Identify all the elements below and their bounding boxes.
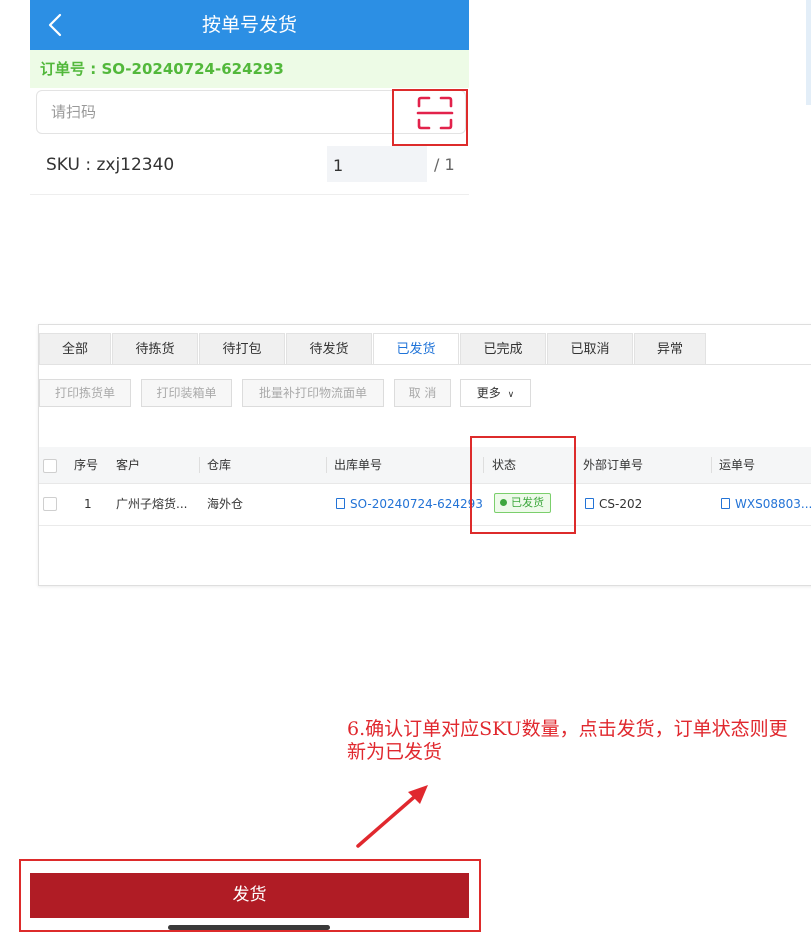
column-customer: 客户 [116,458,141,472]
mobile-header: 按单号发货 [30,0,469,50]
instruction-annotation: 6.确认订单对应SKU数量，点击发货，订单状态则更新为已发货 [347,718,788,763]
batch-reprint-label-button[interactable]: 批量补打印物流面单 [242,379,384,407]
external-no-text: CS-202 [599,497,643,511]
column-warehouse: 仓库 [207,458,232,472]
arrow-icon [356,785,428,848]
page-title: 按单号发货 [201,14,297,36]
copy-icon[interactable] [585,498,594,509]
column-waybill-no: 运单号 [719,458,756,472]
tab-shipped[interactable]: 已发货 [373,333,459,365]
waybill-no-text: WXS08803... [735,497,811,511]
row-outbound-no-link[interactable]: SO-20240724-624293 [336,486,483,522]
copy-icon[interactable] [721,498,730,509]
sku-row: SKU : zxj12340 / 1 [30,146,469,195]
more-dropdown-button[interactable]: 更多 ∨ [460,379,531,407]
copy-icon[interactable] [336,498,345,509]
sku-label: SKU : zxj12340 [46,155,175,175]
more-label: 更多 [476,386,501,400]
column-index: 序号 [74,458,99,472]
order-table-panel: 全部 待拣货 待打包 待发货 已发货 已完成 已取消 异常 打印拣货单 打印装箱… [38,324,811,586]
row-warehouse: 海外仓 [207,497,244,511]
table-header: 序号 客户 仓库 出库单号 状态 外部订单号 运单号 [39,447,811,484]
row-external-no: CS-202 [585,486,642,522]
scan-highlight-box [392,89,468,146]
tab-cancelled[interactable]: 已取消 [547,333,633,365]
row-waybill-no-link[interactable]: WXS08803... [721,486,811,522]
order-number-bar: 订单号 : SO-20240724-624293 [30,50,469,88]
tab-pending-pick[interactable]: 待拣货 [112,333,198,365]
column-divider [711,457,712,473]
column-divider [199,457,200,473]
row-checkbox[interactable] [43,497,57,511]
print-pick-list-button[interactable]: 打印拣货单 [39,379,131,407]
column-outbound-no: 出库单号 [334,458,383,472]
column-divider [326,457,327,473]
scan-input[interactable] [49,91,383,133]
chevron-down-icon: ∨ [507,390,515,400]
home-indicator [168,925,330,930]
tab-completed[interactable]: 已完成 [460,333,546,365]
quantity-input[interactable] [327,146,425,184]
tab-pending-ship[interactable]: 待发货 [286,333,372,365]
table-row[interactable]: 1 广州子熔货... 海外仓 SO-20240724-624293 已发货 CS… [39,483,811,526]
tab-exception[interactable]: 异常 [634,333,706,365]
tab-pending-pack[interactable]: 待打包 [199,333,285,365]
quantity-field[interactable] [327,146,427,184]
select-all-checkbox[interactable] [43,459,57,473]
ship-button[interactable]: 发货 [30,873,469,918]
status-tabs: 全部 待拣货 待打包 待发货 已发货 已完成 已取消 异常 [39,333,707,365]
quantity-total: / 1 [434,155,455,174]
print-packing-list-button[interactable]: 打印装箱单 [141,379,232,407]
tabs-divider [39,364,811,365]
background-panel-edge [806,0,811,105]
cancel-button[interactable]: 取 消 [394,379,451,407]
row-customer: 广州子熔货... [116,497,188,511]
order-number: 订单号 : SO-20240724-624293 [40,60,284,78]
row-index: 1 [84,497,92,511]
column-external-no: 外部订单号 [583,458,644,472]
tab-all[interactable]: 全部 [39,333,111,365]
outbound-no-text: SO-20240724-624293 [350,497,483,511]
status-highlight-box [470,436,576,534]
